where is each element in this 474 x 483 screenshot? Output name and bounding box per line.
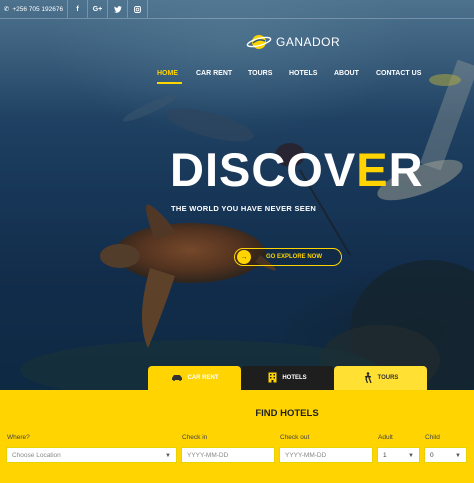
child-select-value: 0 [430, 451, 434, 459]
google-plus-icon[interactable]: G+ [88, 0, 108, 18]
nav-tours[interactable]: TOURS [248, 70, 272, 77]
explore-button-label: GO EXPLORE NOW [266, 254, 323, 260]
twitter-icon[interactable] [108, 0, 128, 18]
nav-home[interactable]: HOME [157, 70, 178, 77]
checkout-input[interactable]: YYYY-MM-DD [279, 447, 373, 463]
nav-about[interactable]: ABOUT [334, 70, 359, 77]
tab-label: HOTELS [282, 375, 307, 381]
headline-highlight: E [356, 143, 389, 196]
adult-select[interactable]: 1 ▼ [377, 447, 420, 463]
chevron-down-icon: ▼ [408, 453, 414, 459]
where-label: Where? [7, 434, 30, 441]
booking-tabs: CAR RENT HOTELS TOURS [148, 366, 427, 390]
headline-part: DISCOV [170, 143, 357, 196]
child-select[interactable]: 0 ▼ [424, 447, 467, 463]
tab-tours[interactable]: TOURS [334, 366, 427, 390]
arrow-right-icon: → [237, 250, 251, 264]
checkin-input[interactable]: YYYY-MM-DD [181, 447, 275, 463]
checkin-label: Check in [182, 434, 208, 441]
hotel-search-panel: FIND HOTELS Where? Choose Location ▼ Che… [0, 390, 474, 483]
checkout-placeholder: YYYY-MM-DD [285, 451, 327, 459]
top-bar: ✆ +256 705 192676 f G+ [0, 0, 474, 19]
hero-headline: DISCOVER [170, 146, 424, 193]
adult-label: Adult [378, 434, 393, 441]
chevron-down-icon: ▼ [455, 453, 461, 459]
main-nav: HOME CAR RENT TOURS HOTELS ABOUT CONTACT… [0, 70, 474, 84]
explore-button[interactable]: → GO EXPLORE NOW [234, 248, 342, 266]
phone-icon: ✆ [3, 6, 10, 13]
hero-banner: ✆ +256 705 192676 f G+ GANADOR HOME CAR … [0, 0, 474, 390]
nav-active-indicator [157, 82, 182, 84]
planet-logo-icon [246, 33, 272, 51]
hiker-icon [363, 371, 373, 385]
checkin-placeholder: YYYY-MM-DD [187, 451, 229, 459]
chevron-down-icon: ▼ [165, 453, 171, 459]
phone-contact[interactable]: ✆ +256 705 192676 [0, 0, 68, 18]
search-title: FIND HOTELS [255, 408, 319, 419]
child-label: Child [425, 434, 440, 441]
tab-hotels[interactable]: HOTELS [241, 366, 334, 390]
brand-logo[interactable]: GANADOR [246, 33, 340, 51]
headline-part: R [388, 143, 424, 196]
phone-number: +256 705 192676 [12, 5, 64, 13]
instagram-icon[interactable] [128, 0, 148, 18]
brand-name: GANADOR [276, 35, 341, 49]
location-select[interactable]: Choose Location ▼ [6, 447, 177, 463]
tab-label: CAR RENT [187, 375, 219, 381]
nav-car-rent[interactable]: CAR RENT [196, 70, 232, 77]
tab-car-rent[interactable]: CAR RENT [148, 366, 241, 390]
hero-tagline: THE WORLD YOU HAVE NEVER SEEN [171, 204, 317, 213]
location-select-value: Choose Location [12, 451, 61, 459]
checkout-label: Check out [280, 434, 310, 441]
adult-select-value: 1 [383, 451, 387, 459]
tab-label: TOURS [377, 375, 399, 381]
car-icon [171, 374, 183, 383]
nav-hotels[interactable]: HOTELS [289, 70, 317, 77]
nav-contact-us[interactable]: CONTACT US [376, 70, 421, 77]
hotel-building-icon [268, 372, 277, 385]
facebook-icon[interactable]: f [68, 0, 88, 18]
